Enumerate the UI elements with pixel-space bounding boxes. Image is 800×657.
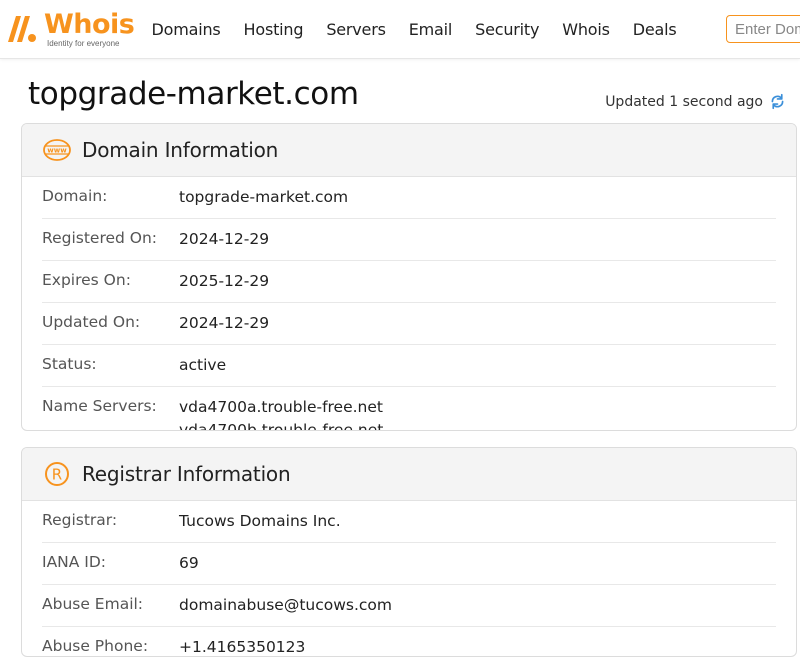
nav-hosting[interactable]: Hosting <box>232 20 315 39</box>
name-server-1: vda4700a.trouble-free.net <box>179 398 383 416</box>
nav-deals[interactable]: Deals <box>621 20 688 39</box>
logo-mark-icon <box>8 16 36 42</box>
label-abuse-phone: Abuse Phone: <box>42 637 149 655</box>
nav-domains[interactable]: Domains <box>140 20 232 39</box>
label-iana-id: IANA ID: <box>42 553 107 571</box>
value-name-servers: vda4700a.trouble-free.net vda4700b.troub… <box>179 396 384 431</box>
registered-icon: R <box>45 462 69 486</box>
top-navigation-bar: Whois Identity for everyone Domains Host… <box>0 0 800 59</box>
registrar-information-rows: Registrar: Tucows Domains Inc. IANA ID: … <box>22 501 796 656</box>
label-registrar: Registrar: <box>42 511 118 529</box>
label-name-servers: Name Servers: <box>42 397 157 415</box>
label-updated-on: Updated On: <box>42 313 141 331</box>
value-registrar: Tucows Domains Inc. <box>179 512 341 530</box>
refresh-icon[interactable] <box>769 93 786 110</box>
nav-security[interactable]: Security <box>464 20 551 39</box>
domain-information-header: www Domain Information <box>22 124 796 177</box>
row-registrar: Registrar: Tucows Domains Inc. <box>42 501 776 543</box>
row-name-servers: Name Servers: vda4700a.trouble-free.net … <box>42 387 776 431</box>
main-nav: Domains Hosting Servers Email Security W… <box>140 0 688 58</box>
registrar-information-card: R Registrar Information Registrar: Tucow… <box>21 447 797 657</box>
domain-information-rows: Domain: topgrade-market.com Registered O… <box>22 177 796 431</box>
row-abuse-phone: Abuse Phone: +1.4165350123 <box>42 627 776 656</box>
updated-status: Updated 1 second ago <box>605 93 786 110</box>
row-expires-on: Expires On: 2025-12-29 <box>42 261 776 303</box>
row-iana-id: IANA ID: 69 <box>42 543 776 585</box>
label-status: Status: <box>42 355 97 373</box>
svg-text:R: R <box>52 466 62 484</box>
value-updated-on: 2024-12-29 <box>179 314 270 332</box>
label-registered-on: Registered On: <box>42 229 158 247</box>
value-expires-on: 2025-12-29 <box>179 272 270 290</box>
row-abuse-email: Abuse Email: domainabuse@tucows.com <box>42 585 776 627</box>
registrar-information-header: R Registrar Information <box>22 448 796 501</box>
value-abuse-phone: +1.4165350123 <box>179 638 306 656</box>
updated-text: Updated 1 second ago <box>605 93 763 110</box>
label-domain: Domain: <box>42 187 108 205</box>
domain-information-title: Domain Information <box>82 138 279 162</box>
domain-search-input[interactable] <box>726 15 800 43</box>
page-title: topgrade-market.com <box>28 76 359 112</box>
domain-information-card: www Domain Information Domain: topgrade-… <box>21 123 797 431</box>
row-updated-on: Updated On: 2024-12-29 <box>42 303 776 345</box>
www-icon: www <box>43 139 71 161</box>
svg-text:www: www <box>47 147 67 155</box>
nav-servers[interactable]: Servers <box>315 20 397 39</box>
row-domain: Domain: topgrade-market.com <box>42 177 776 219</box>
logo-tagline: Identity for everyone <box>47 39 120 48</box>
value-abuse-email: domainabuse@tucows.com <box>179 596 393 614</box>
label-abuse-email: Abuse Email: <box>42 595 144 613</box>
row-registered-on: Registered On: 2024-12-29 <box>42 219 776 261</box>
value-iana-id: 69 <box>179 554 199 572</box>
value-registered-on: 2024-12-29 <box>179 230 270 248</box>
value-status: active <box>179 356 227 374</box>
whois-logo[interactable]: Whois Identity for everyone <box>4 10 135 50</box>
name-server-2: vda4700b.trouble-free.net <box>179 421 384 431</box>
nav-email[interactable]: Email <box>397 20 463 39</box>
label-expires-on: Expires On: <box>42 271 131 289</box>
row-status: Status: active <box>42 345 776 387</box>
value-domain: topgrade-market.com <box>179 188 349 206</box>
registrar-information-title: Registrar Information <box>82 462 291 486</box>
logo-wordmark: Whois <box>44 9 135 40</box>
nav-whois[interactable]: Whois <box>551 20 622 39</box>
